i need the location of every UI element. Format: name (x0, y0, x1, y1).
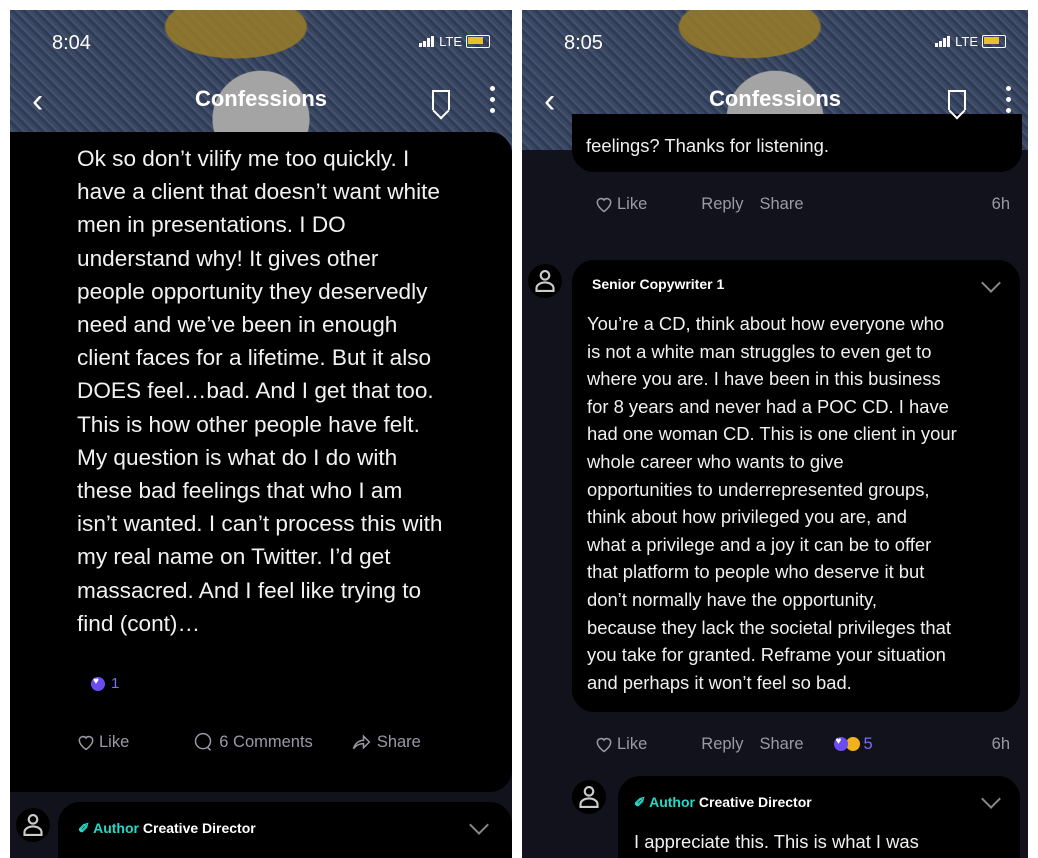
comment-body: You’re a CD, think about how everyone wh… (587, 310, 1015, 696)
user-icon (579, 786, 599, 808)
text-line: because they lack the societal privilege… (587, 616, 951, 638)
like-button[interactable]: Like (594, 194, 647, 214)
text-line: for 8 years and never had a POC CD. I ha… (587, 395, 949, 417)
group-banner-image (10, 10, 512, 150)
signal-icon (935, 36, 951, 47)
reaction-count: 1 (111, 675, 120, 692)
author-role: Creative Director (142, 820, 256, 836)
comments-button[interactable]: 6 Comments (193, 732, 313, 752)
previous-post-tail: feelings? Thanks for listening. (586, 135, 829, 156)
previous-actions: Like Reply Share 6h (594, 194, 1010, 214)
author-role: Creative Director (698, 794, 812, 810)
text-line: have a client that doesn’t want white (77, 179, 440, 205)
status-indicators: LTE (419, 34, 490, 49)
like-button[interactable]: Like (594, 734, 647, 754)
battery-icon (466, 35, 490, 48)
share-button[interactable]: Share (759, 195, 803, 214)
text-line: massacred. And I feel like trying to (77, 577, 422, 603)
text-line: You’re a CD, think about how everyone wh… (587, 313, 945, 334)
text-line: people opportunity they deservedly (77, 278, 428, 304)
avatar[interactable] (16, 808, 50, 842)
heart-icon (78, 735, 94, 751)
right-screenshot: 8:05 LTE ‹ Confessions feelings? Thanks … (522, 10, 1028, 858)
more-options-icon[interactable] (1006, 86, 1012, 119)
post-body: Ok so don’t vilify me too quickly. I have… (77, 142, 507, 640)
text-line: My question is what do I do with (77, 444, 398, 470)
share-label: Share (376, 732, 421, 751)
like-label: Like (617, 734, 648, 753)
text-line: and perhaps it won’t feel so bad. (587, 671, 852, 693)
text-line: client faces for a lifetime. But it also (77, 345, 432, 371)
reply-author: ✐ Author Creative Director (78, 820, 256, 837)
reply-author: ✐ Author Creative Director (634, 794, 812, 811)
user-icon (535, 270, 555, 292)
text-line: my real name on Twitter. I’d get (77, 544, 391, 570)
reaction-summary[interactable]: 1 (91, 675, 119, 692)
text-line: need and we’ve been in enough (77, 312, 398, 338)
text-line: isn’t wanted. I can’t process this with (77, 511, 443, 537)
share-button[interactable]: Share (759, 735, 803, 754)
text-line: you take for granted. Reframe your situa… (587, 644, 946, 666)
author-tag: Author (93, 820, 139, 836)
text-line: whole career who wants to give (587, 450, 844, 472)
timestamp: 6h (991, 734, 1010, 753)
text-line: men in presentations. I DO (77, 212, 346, 238)
post-actions: Like 6 Comments Share (76, 732, 496, 752)
text-line: is not a white man struggles to even get… (587, 340, 932, 362)
bookmark-icon[interactable] (948, 90, 966, 110)
user-icon (23, 814, 43, 836)
text-line: understand why! It gives other (77, 245, 379, 271)
reaction-summary[interactable]: 5 (833, 734, 873, 754)
comment-author[interactable]: Senior Copywriter 1 (592, 276, 724, 292)
share-button[interactable]: Share (351, 732, 421, 752)
reaction-count: 5 (863, 734, 873, 753)
text-line: what a privilege and a joy it can be to … (587, 533, 932, 555)
reply-button[interactable]: Reply (701, 195, 743, 214)
author-tag: Author (649, 794, 695, 810)
comment-actions: Like Reply Share 5 6h (594, 734, 1010, 754)
quill-icon: ✐ (634, 794, 646, 810)
like-label: Like (99, 732, 130, 751)
heart-reaction-icon (833, 736, 848, 751)
heart-icon (596, 737, 612, 753)
avatar[interactable] (528, 264, 562, 298)
text-line: that platform to people who deserve it b… (587, 561, 925, 583)
text-line: Ok so don’t vilify me too quickly. I (77, 146, 410, 171)
text-line: think about how privileged you are, and (587, 506, 908, 528)
network-label: LTE (955, 34, 978, 49)
share-arrow-icon (352, 734, 371, 750)
laugh-reaction-icon (845, 737, 860, 751)
heart-reaction-icon (91, 676, 105, 691)
comments-label: 6 Comments (219, 732, 313, 751)
text-line: opportunities to underrepresented groups… (587, 478, 930, 500)
text-line: find (cont)… (77, 610, 201, 636)
status-indicators: LTE (935, 34, 1006, 49)
text-line: these bad feelings that who I am (77, 478, 403, 504)
text-line: where you are. I have been in this busin… (587, 368, 941, 390)
bookmark-icon[interactable] (432, 90, 450, 110)
like-label: Like (617, 194, 648, 213)
status-time: 8:04 (52, 32, 91, 54)
network-label: LTE (439, 34, 462, 49)
quill-icon: ✐ (78, 820, 90, 836)
text-line: don’t normally have the opportunity, (587, 588, 877, 610)
comment-bubble-icon (195, 732, 212, 751)
status-time: 8:05 (564, 32, 603, 54)
timestamp: 6h (991, 194, 1010, 213)
more-options-icon[interactable] (490, 86, 496, 119)
battery-icon (982, 35, 1006, 48)
text-line: DOES feel…bad. And I get that too. (77, 378, 434, 404)
avatar[interactable] (572, 780, 606, 814)
heart-icon (596, 197, 612, 213)
reply-button[interactable]: Reply (701, 735, 743, 754)
left-screenshot: 8:04 LTE ‹ Confessions Ok so don’t vilif… (10, 10, 512, 858)
like-button[interactable]: Like (76, 732, 129, 752)
reply-body: I appreciate this. This is what I was (634, 831, 919, 852)
text-line: This is how other people have felt. (77, 411, 420, 437)
text-line: had one woman CD. This is one client in … (587, 423, 957, 445)
signal-icon (419, 36, 435, 47)
